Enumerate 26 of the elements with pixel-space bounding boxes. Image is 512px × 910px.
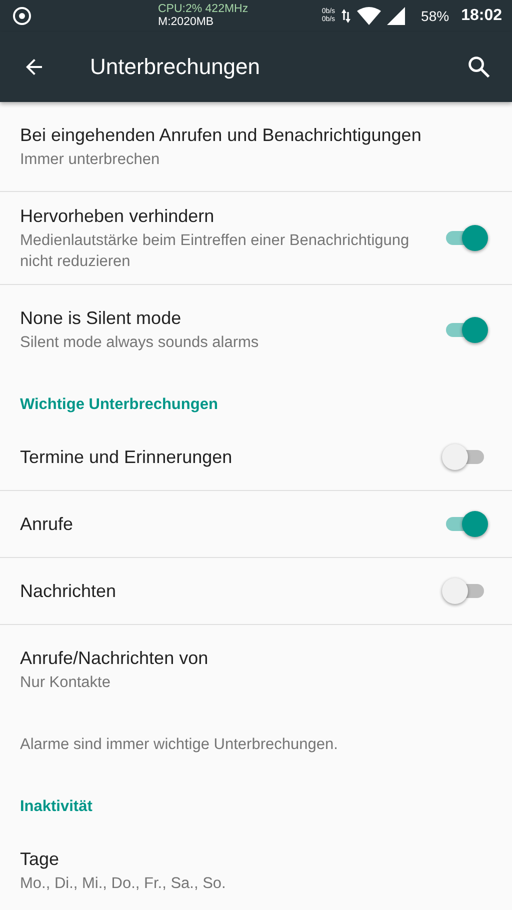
- setting-title[interactable]: Termine und Erinnerungen: [20, 445, 426, 469]
- setting-summary: Mo., Di., Mi., Do., Fr., Sa., So.: [20, 874, 227, 894]
- setting-title[interactable]: Bei eingehenden Anrufen und Benachrichtigungen: [20, 123, 488, 147]
- setting-title[interactable]: None is Silent mode: [20, 306, 426, 330]
- screen-title: Unterbrechungen: [90, 54, 260, 80]
- signal-icon: [387, 7, 406, 25]
- cpu-reading: CPU:2% 422MHz: [158, 3, 248, 16]
- section-header: Wichtige Unterbrechungen: [20, 396, 218, 413]
- setting-summary: Immer unterbrechen: [20, 150, 161, 170]
- setting-summary: Nur Kontakte: [20, 673, 112, 693]
- setting-title[interactable]: Anrufe/Nachrichten von: [20, 646, 488, 670]
- setting-summary: Silent mode always sounds alarms: [20, 333, 260, 353]
- section-header: Inaktivität: [20, 798, 92, 815]
- data-arrows-icon: [341, 8, 352, 24]
- search-icon[interactable]: [466, 54, 492, 80]
- setting-title[interactable]: Tage: [20, 847, 488, 871]
- wifi-icon: [357, 7, 382, 25]
- battery-percent: 58%: [421, 8, 450, 24]
- setting-summary: Medienlautstärke beim Eintreffen einer Benachrichtigung nicht reduzieren: [20, 231, 410, 272]
- setting-title[interactable]: Nachrichten: [20, 579, 426, 603]
- clock: 18:02: [461, 7, 502, 25]
- setting-title[interactable]: Anrufe: [20, 512, 426, 536]
- memory-reading: M:2020MB: [158, 16, 215, 29]
- circle-icon: [12, 6, 32, 26]
- setting-title[interactable]: Hervorheben verhindern: [20, 204, 426, 228]
- info-note: Alarme sind immer wichtige Unterbrechungen.: [20, 736, 338, 753]
